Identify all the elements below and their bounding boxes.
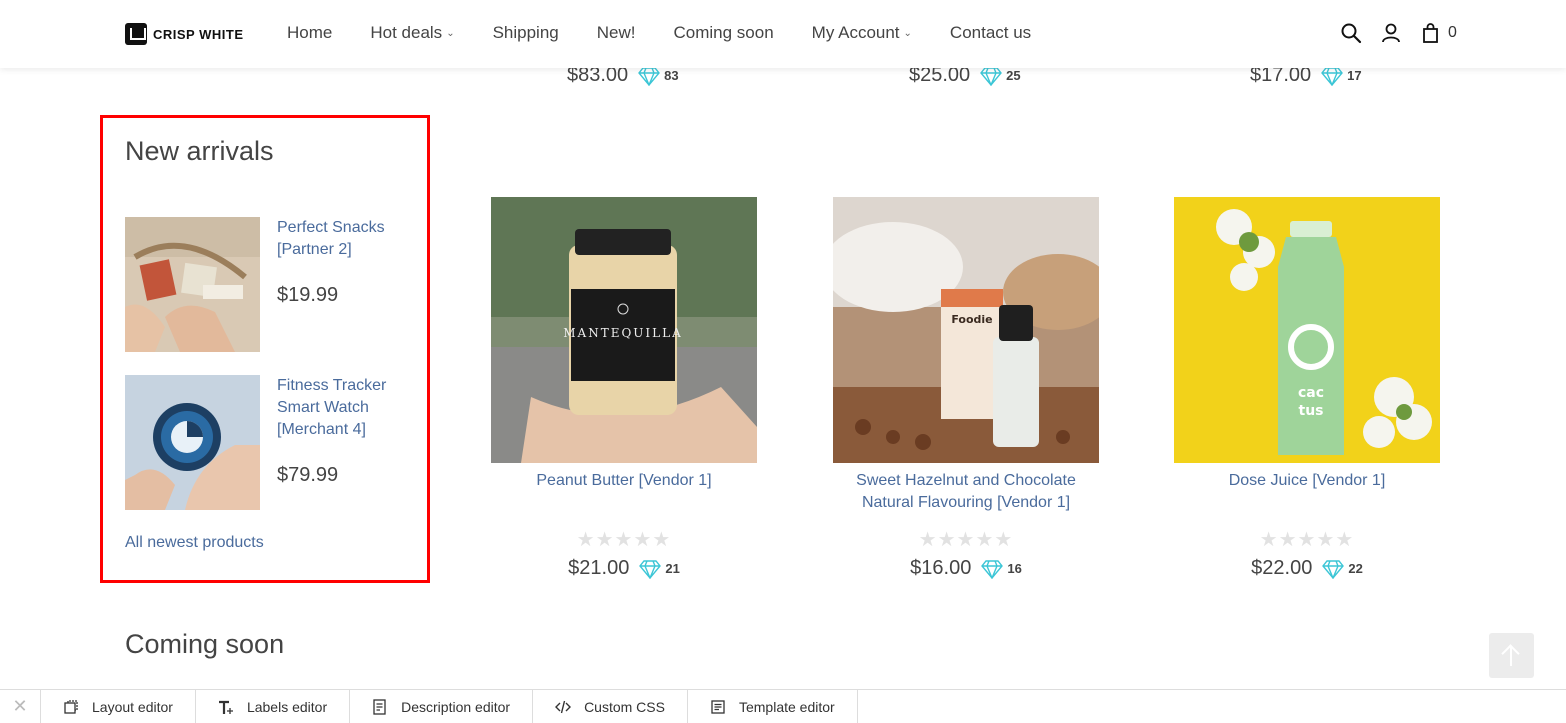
product-card: cac tus Dose Juice [Vendor 1] ★★★★★ $22.…: [1174, 197, 1440, 579]
product-thumbnail[interactable]: [125, 217, 260, 352]
description-editor-button[interactable]: Description editor: [350, 690, 534, 723]
editor-toolbar: ✕ Layout editor Labels editor Descriptio…: [0, 689, 1566, 723]
custom-css-button[interactable]: Custom CSS: [533, 690, 688, 723]
product-price: $21.00: [568, 557, 630, 579]
header-actions: 0: [1340, 22, 1457, 44]
product-name-link[interactable]: Dose Juice [Vendor 1]: [1174, 470, 1440, 520]
price-line: $21.00 21: [491, 557, 757, 580]
logo-icon: [125, 23, 147, 45]
scroll-to-top-button[interactable]: [1489, 633, 1534, 678]
points-count: 22: [1348, 561, 1363, 576]
product-card: MANTEQUILLA Peanut Butter [Vendor 1] ★★★…: [491, 197, 757, 579]
product-image[interactable]: MANTEQUILLA: [491, 197, 757, 463]
template-editor-label: Template editor: [738, 698, 835, 715]
nav-my-account[interactable]: My Account ⌄: [812, 23, 912, 43]
svg-text:MANTEQUILLA: MANTEQUILLA: [563, 326, 683, 340]
points-count: 16: [1007, 561, 1022, 576]
logo-text: CRISP WHITE: [153, 26, 244, 42]
diamond-icon: [639, 559, 662, 579]
product-name-link[interactable]: Fitness Tracker Smart Watch [Merchant 4]: [277, 375, 417, 441]
new-arrivals-title: New arrivals: [125, 136, 274, 166]
nav-new[interactable]: New!: [597, 23, 636, 43]
layout-editor-label: Layout editor: [92, 698, 173, 715]
main-nav: Home Hot deals ⌄ Shipping New! Coming soo…: [287, 23, 1069, 43]
product-name-link[interactable]: Peanut Butter [Vendor 1]: [491, 470, 757, 520]
points-count: 21: [665, 561, 680, 576]
new-arrivals-block: New arrivals Perfect Snacks [Partner 2] …: [100, 115, 430, 583]
template-icon: [711, 699, 725, 714]
chevron-down-icon: ⌄: [903, 28, 912, 40]
product-price: $79.99: [277, 464, 339, 486]
product-image[interactable]: cac tus: [1174, 197, 1440, 463]
product-card: Foodie Sweet Hazelnut and Chocolate Natu…: [833, 197, 1099, 579]
svg-text:tus: tus: [1299, 403, 1324, 419]
product-name-link[interactable]: Sweet Hazelnut and Chocolate Natural Fla…: [833, 470, 1099, 520]
close-icon[interactable]: ✕: [0, 690, 41, 723]
user-icon[interactable]: [1380, 22, 1402, 44]
diamond-icon: [1321, 66, 1344, 86]
diamond-icon: [980, 66, 1003, 86]
nav-shipping[interactable]: Shipping: [493, 23, 559, 43]
diamond-icon: [638, 66, 661, 86]
document-icon: [373, 698, 386, 715]
points-count: 17: [1347, 68, 1362, 83]
points-count: 83: [664, 68, 679, 83]
rating-stars: ★★★★★: [576, 529, 672, 551]
product-name-link[interactable]: Perfect Snacks [Partner 2]: [277, 217, 417, 261]
product-image[interactable]: Foodie: [833, 197, 1099, 463]
product-price: $16.00: [910, 557, 972, 579]
layout-editor-button[interactable]: Layout editor: [41, 690, 196, 723]
product-price: $22.00: [1251, 557, 1313, 579]
text-icon: [218, 700, 233, 714]
nav-home[interactable]: Home: [287, 23, 332, 43]
search-icon[interactable]: [1340, 22, 1362, 44]
description-editor-label: Description editor: [401, 698, 511, 715]
list-item: Perfect Snacks [Partner 2] $19.99: [125, 217, 415, 353]
nav-hot-deals[interactable]: Hot deals ⌄: [370, 23, 454, 43]
list-item: Fitness Tracker Smart Watch [Merchant 4]…: [125, 375, 415, 511]
product-thumbnail[interactable]: [125, 375, 260, 510]
site-logo[interactable]: CRISP WHITE: [125, 23, 244, 45]
chevron-down-icon: ⌄: [446, 28, 455, 40]
all-newest-products-link[interactable]: All newest products: [125, 534, 264, 552]
points-count: 25: [1006, 68, 1021, 83]
layout-icon: [64, 699, 78, 714]
svg-text:cac: cac: [1298, 385, 1324, 401]
price-line: $22.00 22: [1174, 557, 1440, 580]
code-icon: [555, 700, 572, 713]
diamond-icon: [1322, 559, 1345, 579]
rating-stars: ★★★★★: [918, 529, 1014, 551]
rating-stars: ★★★★★: [1259, 529, 1355, 551]
diamond-icon: [981, 559, 1004, 579]
custom-css-label: Custom CSS: [584, 698, 665, 715]
cart-icon[interactable]: [1420, 22, 1442, 44]
labels-editor-label: Labels editor: [246, 698, 328, 715]
product-price: $19.99: [277, 284, 339, 306]
cart-count: 0: [1448, 24, 1457, 41]
nav-coming-soon[interactable]: Coming soon: [673, 23, 773, 43]
svg-text:Foodie: Foodie: [951, 313, 992, 326]
price-line: $16.00 16: [833, 557, 1099, 580]
labels-editor-button[interactable]: Labels editor: [196, 690, 351, 723]
nav-contact-us[interactable]: Contact us: [950, 23, 1031, 43]
site-header: CRISP WHITE Home Hot deals ⌄ Shipping New…: [0, 0, 1566, 68]
section-title: Coming soon: [125, 629, 285, 659]
template-editor-button[interactable]: Template editor: [688, 690, 858, 723]
